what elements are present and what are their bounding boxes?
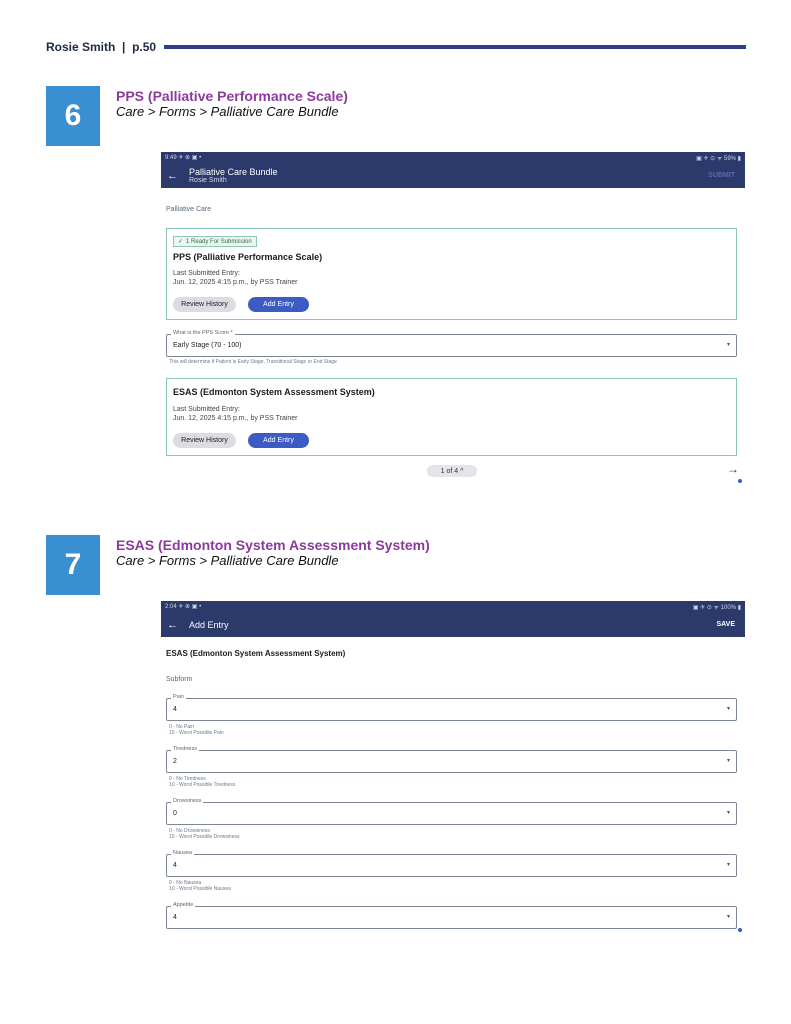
app-bar: 9:49 ✈ ⊕ ▣ • ▣ ✈ ⊙ ᯤ 59% ▮ ← Palliative … [161, 152, 745, 188]
page-header: Rosie Smith | p.50 [46, 38, 746, 56]
step-number-6: 6 [46, 86, 100, 146]
back-arrow-icon[interactable]: ← [167, 170, 189, 182]
form-title: ESAS (Edmonton System Assessment System) [166, 649, 346, 658]
field-label: What is the PPS Score * [171, 330, 235, 336]
chevron-down-icon: ▾ [726, 862, 730, 868]
screen-title: Add Entry [189, 619, 229, 630]
field-hint-max: 10 - Worst Possible Tiredness [169, 782, 236, 788]
status-bar: 2:04 ✈ ⊕ ▣ • ▣ ✈ ⊙ ᯤ 100% ▮ [161, 601, 745, 612]
review-history-button[interactable]: Review History [173, 433, 236, 448]
review-history-button[interactable]: Review History [173, 297, 236, 312]
appetite-select[interactable]: Appetite 4 ▾ [166, 902, 737, 929]
section-label: Palliative Care [166, 206, 212, 213]
step-7-path: Care > Forms > Palliative Care Bundle [116, 553, 339, 568]
add-entry-button[interactable]: Add Entry [248, 433, 309, 448]
next-arrow-icon[interactable]: → [727, 462, 739, 476]
step-6-title: PPS (Palliative Performance Scale) [116, 88, 348, 104]
ready-badge: ✓ 1 Ready For Submission [173, 236, 257, 247]
last-submitted-value: Jun. 12, 2025 4:15 p.m., by PSS Trainer [173, 415, 298, 422]
status-left: 2:04 ✈ ⊕ ▣ • [165, 604, 202, 610]
field-label: Appetite [171, 902, 196, 908]
check-icon: ✓ [178, 239, 184, 245]
toolbar: ← Palliative Care Bundle Rosie Smith SUB… [161, 163, 745, 188]
field-hint-max: 10 - Worst Possible Nausea [169, 886, 231, 892]
chevron-down-icon: ▾ [726, 810, 730, 816]
field-value: 4 [173, 862, 177, 869]
card-title: ESAS (Edmonton System Assessment System) [173, 387, 375, 397]
back-arrow-icon[interactable]: ← [167, 619, 189, 631]
save-button[interactable]: SAVE [716, 621, 735, 628]
field-value: 4 [173, 706, 177, 713]
pain-select[interactable]: Pain 4 ▾ [166, 694, 737, 721]
indicator-dot [738, 479, 742, 483]
card-title: PPS (Palliative Performance Scale) [173, 252, 323, 262]
field-label: Drowsiness [171, 798, 204, 804]
screen-add-entry: 2:04 ✈ ⊕ ▣ • ▣ ✈ ⊙ ᯤ 100% ▮ ← Add Entry … [161, 601, 745, 934]
app-bar: 2:04 ✈ ⊕ ▣ • ▣ ✈ ⊙ ᯤ 100% ▮ ← Add Entry … [161, 601, 745, 637]
add-entry-button[interactable]: Add Entry [248, 297, 309, 312]
section-label: Subform [166, 676, 193, 683]
step-6-path: Care > Forms > Palliative Care Bundle [116, 104, 339, 119]
step-7-title: ESAS (Edmonton System Assessment System) [116, 537, 430, 553]
drowsiness-select[interactable]: Drowsiness 0 ▾ [166, 798, 737, 825]
esas-form-card: ESAS (Edmonton System Assessment System)… [166, 378, 737, 456]
last-submitted-label: Last Submitted Entry: [173, 406, 240, 413]
screen-palliative-care-bundle: 9:49 ✈ ⊕ ▣ • ▣ ✈ ⊙ ᯤ 59% ▮ ← Palliative … [161, 152, 745, 483]
field-label: Nausea [171, 850, 194, 856]
status-right: ▣ ✈ ⊙ ᯤ 59% ▮ [696, 156, 741, 162]
screen-subtitle: Rosie Smith [189, 177, 227, 184]
toolbar: ← Add Entry SAVE [161, 612, 745, 637]
step-number-7: 7 [46, 535, 100, 595]
screen-title: Palliative Care Bundle [189, 167, 278, 177]
pps-score-select[interactable]: What is the PPS Score * Early Stage (70 … [166, 330, 737, 357]
field-label: Tiredness [171, 746, 199, 752]
tiredness-select[interactable]: Tiredness 2 ▾ [166, 746, 737, 773]
chevron-down-icon: ▾ [726, 758, 730, 764]
indicator-dot [738, 928, 742, 932]
submit-button[interactable]: SUBMIT [708, 172, 735, 179]
pager[interactable]: 1 of 4 ^ [427, 465, 477, 477]
chevron-down-icon: ▾ [726, 342, 730, 348]
status-bar: 9:49 ✈ ⊕ ▣ • ▣ ✈ ⊙ ᯤ 59% ▮ [161, 152, 745, 163]
field-value: 0 [173, 810, 177, 817]
field-hint-max: 10 - Worst Possible Drowsiness [169, 834, 240, 840]
last-submitted-label: Last Submitted Entry: [173, 270, 240, 277]
field-value: 4 [173, 914, 177, 921]
chevron-down-icon: ▾ [726, 706, 730, 712]
chevron-down-icon: ▾ [726, 914, 730, 920]
field-hint: This will determine if Patient is Early … [169, 359, 337, 365]
status-right: ▣ ✈ ⊙ ᯤ 100% ▮ [692, 605, 741, 611]
status-left: 9:49 ✈ ⊕ ▣ • [165, 155, 202, 161]
field-hint-max: 10 - Worst Possible Pain [169, 730, 224, 736]
page-author: Rosie Smith | p.50 [46, 40, 157, 54]
last-submitted-value: Jun. 12, 2025 4:15 p.m., by PSS Trainer [173, 279, 298, 286]
field-label: Pain [171, 694, 187, 700]
pps-form-card: ✓ 1 Ready For Submission PPS (Palliative… [166, 228, 737, 320]
field-value: Early Stage (70 - 100) [173, 342, 242, 349]
header-rule [164, 45, 746, 49]
nausea-select[interactable]: Nausea 4 ▾ [166, 850, 737, 877]
field-value: 2 [173, 758, 177, 765]
